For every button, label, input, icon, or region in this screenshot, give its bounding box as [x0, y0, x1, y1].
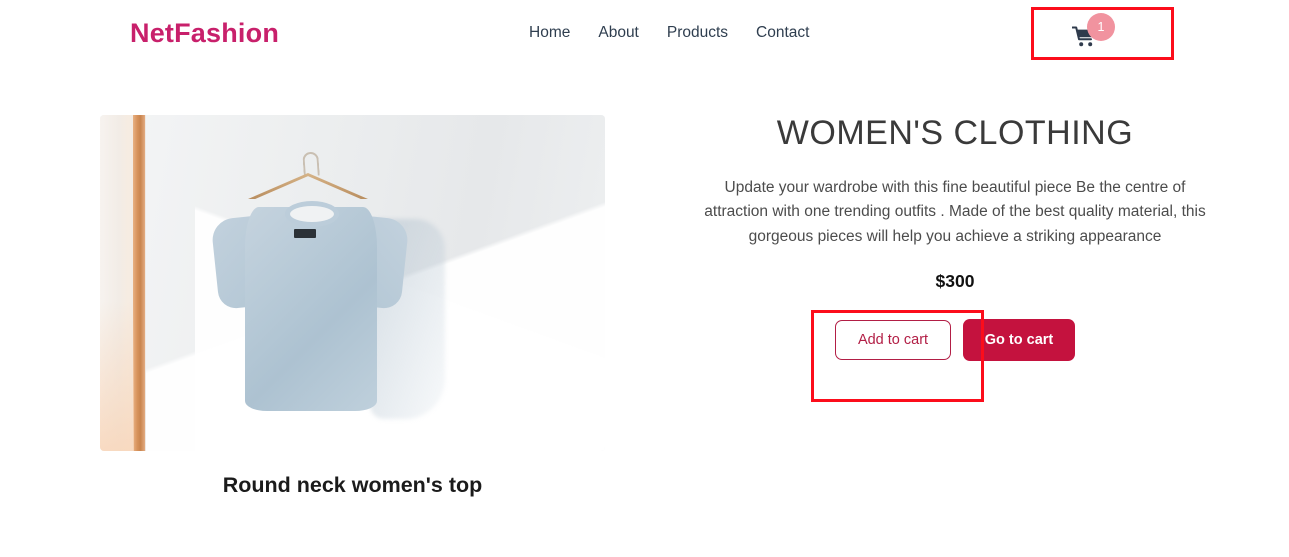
cart-count-badge: 1: [1087, 13, 1115, 41]
go-to-cart-button[interactable]: Go to cart: [963, 319, 1075, 362]
product-details-panel: WOMEN'S CLOTHING Update your wardrobe wi…: [655, 113, 1255, 362]
cart-button[interactable]: 1: [1060, 13, 1120, 54]
tshirt-graphic: [210, 199, 445, 419]
product-photo-backdrop: [100, 115, 605, 451]
door-frame-sunlight: [100, 301, 134, 451]
hanger-hook: [302, 151, 320, 177]
product-caption: Round neck women's top: [222, 473, 483, 497]
tshirt-neck-label: [294, 229, 316, 238]
site-logo[interactable]: NetFashion: [130, 18, 279, 49]
tshirt-collar: [285, 201, 339, 227]
door-frame-edge: [133, 115, 145, 451]
main-navigation: Home About Products Contact: [529, 24, 823, 42]
add-to-cart-button[interactable]: Add to cart: [835, 320, 951, 361]
nav-item-home[interactable]: Home: [529, 24, 584, 42]
nav-item-contact[interactable]: Contact: [742, 24, 823, 42]
product-description: Update your wardrobe with this fine beau…: [704, 178, 1206, 245]
product-image[interactable]: [100, 115, 605, 451]
product-price: $300: [935, 271, 975, 292]
nav-item-products[interactable]: Products: [653, 24, 742, 42]
nav-item-about[interactable]: About: [584, 24, 653, 42]
product-title: WOMEN'S CLOTHING: [776, 114, 1134, 152]
product-actions: Add to cart Go to cart: [655, 319, 1255, 362]
page-root: NetFashion Home About Products Contact 1: [0, 0, 1289, 557]
door-frame: [100, 115, 146, 451]
site-header: NetFashion Home About Products Contact 1: [0, 0, 1289, 68]
